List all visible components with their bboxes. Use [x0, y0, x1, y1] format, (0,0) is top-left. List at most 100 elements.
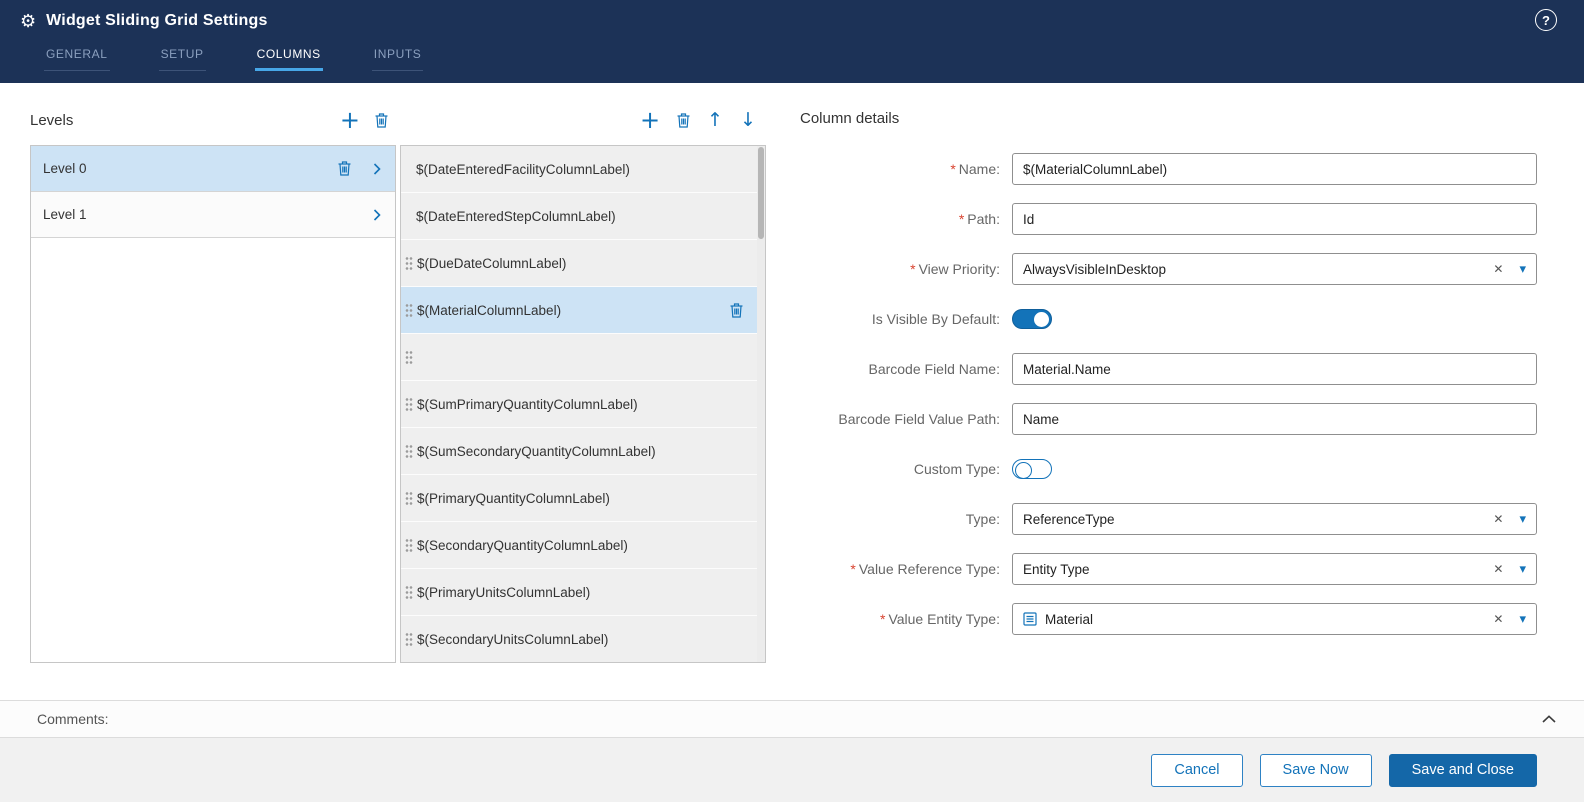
tab-bar: GENERAL SETUP COLUMNS INPUTS — [44, 47, 424, 71]
move-up-button[interactable]: ↑ — [707, 110, 723, 130]
field-label: Barcode Field Name: — [868, 361, 1000, 377]
column-row[interactable]: $(DueDateColumnLabel) — [401, 240, 757, 287]
delete-column-button[interactable] — [677, 112, 690, 128]
required-marker: * — [879, 611, 886, 627]
field-label: * Path: — [958, 211, 1000, 227]
field-is-visible-by-default: Is Visible By Default: — [800, 303, 1537, 335]
chevron-down-icon[interactable]: ▾ — [1519, 562, 1526, 577]
field-custom-type: Custom Type: — [800, 453, 1537, 485]
value-entity-type-select[interactable]: Material ✕ ▾ — [1012, 603, 1537, 635]
select-value: ReferenceType — [1023, 511, 1115, 527]
custom-type-toggle[interactable] — [1012, 459, 1052, 479]
tab-setup[interactable]: SETUP — [158, 47, 206, 71]
barcode-field-value-path-input[interactable] — [1012, 403, 1537, 435]
field-label: Custom Type: — [913, 461, 1000, 477]
cancel-button[interactable]: Cancel — [1151, 753, 1243, 787]
save-now-button[interactable]: Save Now — [1259, 753, 1372, 787]
delete-level-row-button[interactable] — [338, 161, 351, 176]
comments-section: Comments: — [0, 700, 1584, 738]
field-barcode-field-name: Barcode Field Name: — [800, 353, 1537, 385]
drag-handle-icon[interactable] — [405, 443, 413, 459]
delete-column-row-button[interactable] — [730, 302, 743, 318]
level-label: Level 0 — [43, 161, 87, 176]
add-level-button[interactable]: + — [340, 108, 360, 132]
column-row[interactable]: $(PrimaryQuantityColumnLabel) — [401, 475, 757, 522]
field-label: * Name: — [950, 161, 1000, 177]
column-row-selected[interactable]: $(MaterialColumnLabel) — [401, 287, 757, 334]
column-row[interactable]: $(SumPrimaryQuantityColumnLabel) — [401, 381, 757, 428]
field-view-priority: * View Priority: AlwaysVisibleInDesktop ✕… — [800, 253, 1537, 285]
barcode-field-name-input[interactable] — [1012, 353, 1537, 385]
column-row[interactable]: $(SumSecondaryQuantityColumnLabel) — [401, 428, 757, 475]
drag-handle-icon[interactable] — [405, 349, 413, 365]
column-row[interactable]: $(SecondaryQuantityColumnLabel) — [401, 522, 757, 569]
column-row[interactable]: $(PrimaryUnitsColumnLabel) — [401, 569, 757, 616]
clear-icon[interactable]: ✕ — [1493, 612, 1503, 626]
is-visible-toggle[interactable] — [1012, 309, 1052, 329]
field-path: * Path: — [800, 203, 1537, 235]
drag-handle-icon[interactable] — [405, 255, 413, 271]
column-label: $(PrimaryQuantityColumnLabel) — [417, 490, 610, 506]
chevron-right-icon[interactable] — [373, 162, 381, 175]
chevron-down-icon[interactable]: ▾ — [1519, 612, 1526, 627]
column-row[interactable]: $(SecondaryUnitsColumnLabel) — [401, 616, 757, 662]
drag-handle-icon[interactable] — [405, 537, 413, 553]
scrollbar[interactable] — [757, 146, 765, 662]
move-down-button[interactable]: ↓ — [740, 110, 756, 130]
collapse-icon[interactable] — [1542, 715, 1556, 723]
chevron-down-icon[interactable]: ▾ — [1519, 512, 1526, 527]
select-value: AlwaysVisibleInDesktop — [1023, 261, 1167, 277]
clear-icon[interactable]: ✕ — [1493, 512, 1503, 526]
field-label: Type: — [965, 511, 1000, 527]
drag-handle-icon[interactable] — [405, 396, 413, 412]
select-value: Entity Type — [1023, 561, 1090, 577]
level-row-1[interactable]: Level 1 — [31, 192, 395, 238]
name-input[interactable] — [1012, 153, 1537, 185]
drag-handle-icon[interactable] — [405, 490, 413, 506]
value-reference-type-select[interactable]: Entity Type ✕ ▾ — [1012, 553, 1537, 585]
tab-general[interactable]: GENERAL — [44, 47, 110, 71]
drag-handle-icon[interactable] — [405, 631, 413, 647]
level-row-0[interactable]: Level 0 — [31, 146, 395, 192]
column-row[interactable]: $(DateEnteredFacilityColumnLabel) — [401, 146, 757, 193]
path-input[interactable] — [1012, 203, 1537, 235]
clear-icon[interactable]: ✕ — [1493, 562, 1503, 576]
comments-label: Comments: — [37, 711, 109, 727]
column-label: $(DateEnteredStepColumnLabel) — [416, 208, 616, 224]
levels-toolbar: Levels + — [30, 104, 396, 136]
column-row-empty[interactable] — [401, 334, 757, 381]
trash-icon — [375, 112, 388, 128]
column-label: $(MaterialColumnLabel) — [417, 302, 562, 318]
column-details-form: *Name: *Path: *View Priority: AlwaysVisi… — [800, 153, 1537, 653]
clear-icon[interactable]: ✕ — [1493, 262, 1503, 276]
add-column-button[interactable]: + — [640, 108, 660, 132]
column-label: $(DueDateColumnLabel) — [417, 255, 567, 271]
field-value-entity-type: * Value Entity Type: Material ✕ ▾ — [800, 603, 1537, 635]
tab-columns[interactable]: COLUMNS — [254, 47, 323, 71]
field-label: * View Priority: — [910, 261, 1000, 277]
column-row[interactable]: $(DateEnteredStepColumnLabel) — [401, 193, 757, 240]
column-label: $(SumSecondaryQuantityColumnLabel) — [417, 443, 656, 459]
columns-toolbar: + ↑ ↓ — [400, 104, 766, 136]
levels-panel: Level 0 Level 1 — [30, 145, 396, 663]
drag-handle-icon[interactable] — [405, 302, 413, 318]
page-title: Widget Sliding Grid Settings — [46, 12, 268, 29]
columns-list: $(DateEnteredFacilityColumnLabel) $(Date… — [401, 146, 757, 662]
trash-icon — [677, 112, 690, 128]
help-icon[interactable]: ? — [1535, 9, 1557, 31]
view-priority-select[interactable]: AlwaysVisibleInDesktop ✕ ▾ — [1012, 253, 1537, 285]
field-label: Barcode Field Value Path: — [838, 411, 1000, 427]
header: ⚙ Widget Sliding Grid Settings ? GENERAL… — [0, 0, 1584, 83]
tab-inputs[interactable]: INPUTS — [371, 47, 424, 71]
required-marker: * — [910, 261, 916, 277]
field-label: Is Visible By Default: — [871, 311, 1000, 327]
scrollbar-thumb[interactable] — [758, 147, 764, 239]
delete-level-button[interactable] — [375, 112, 388, 128]
select-value: Material — [1045, 611, 1094, 627]
type-select[interactable]: ReferenceType ✕ ▾ — [1012, 503, 1537, 535]
chevron-down-icon[interactable]: ▾ — [1519, 262, 1526, 277]
chevron-right-icon[interactable] — [373, 208, 381, 221]
save-and-close-button[interactable]: Save and Close — [1388, 753, 1537, 787]
column-label: $(SumPrimaryQuantityColumnLabel) — [417, 396, 638, 412]
drag-handle-icon[interactable] — [405, 584, 413, 600]
